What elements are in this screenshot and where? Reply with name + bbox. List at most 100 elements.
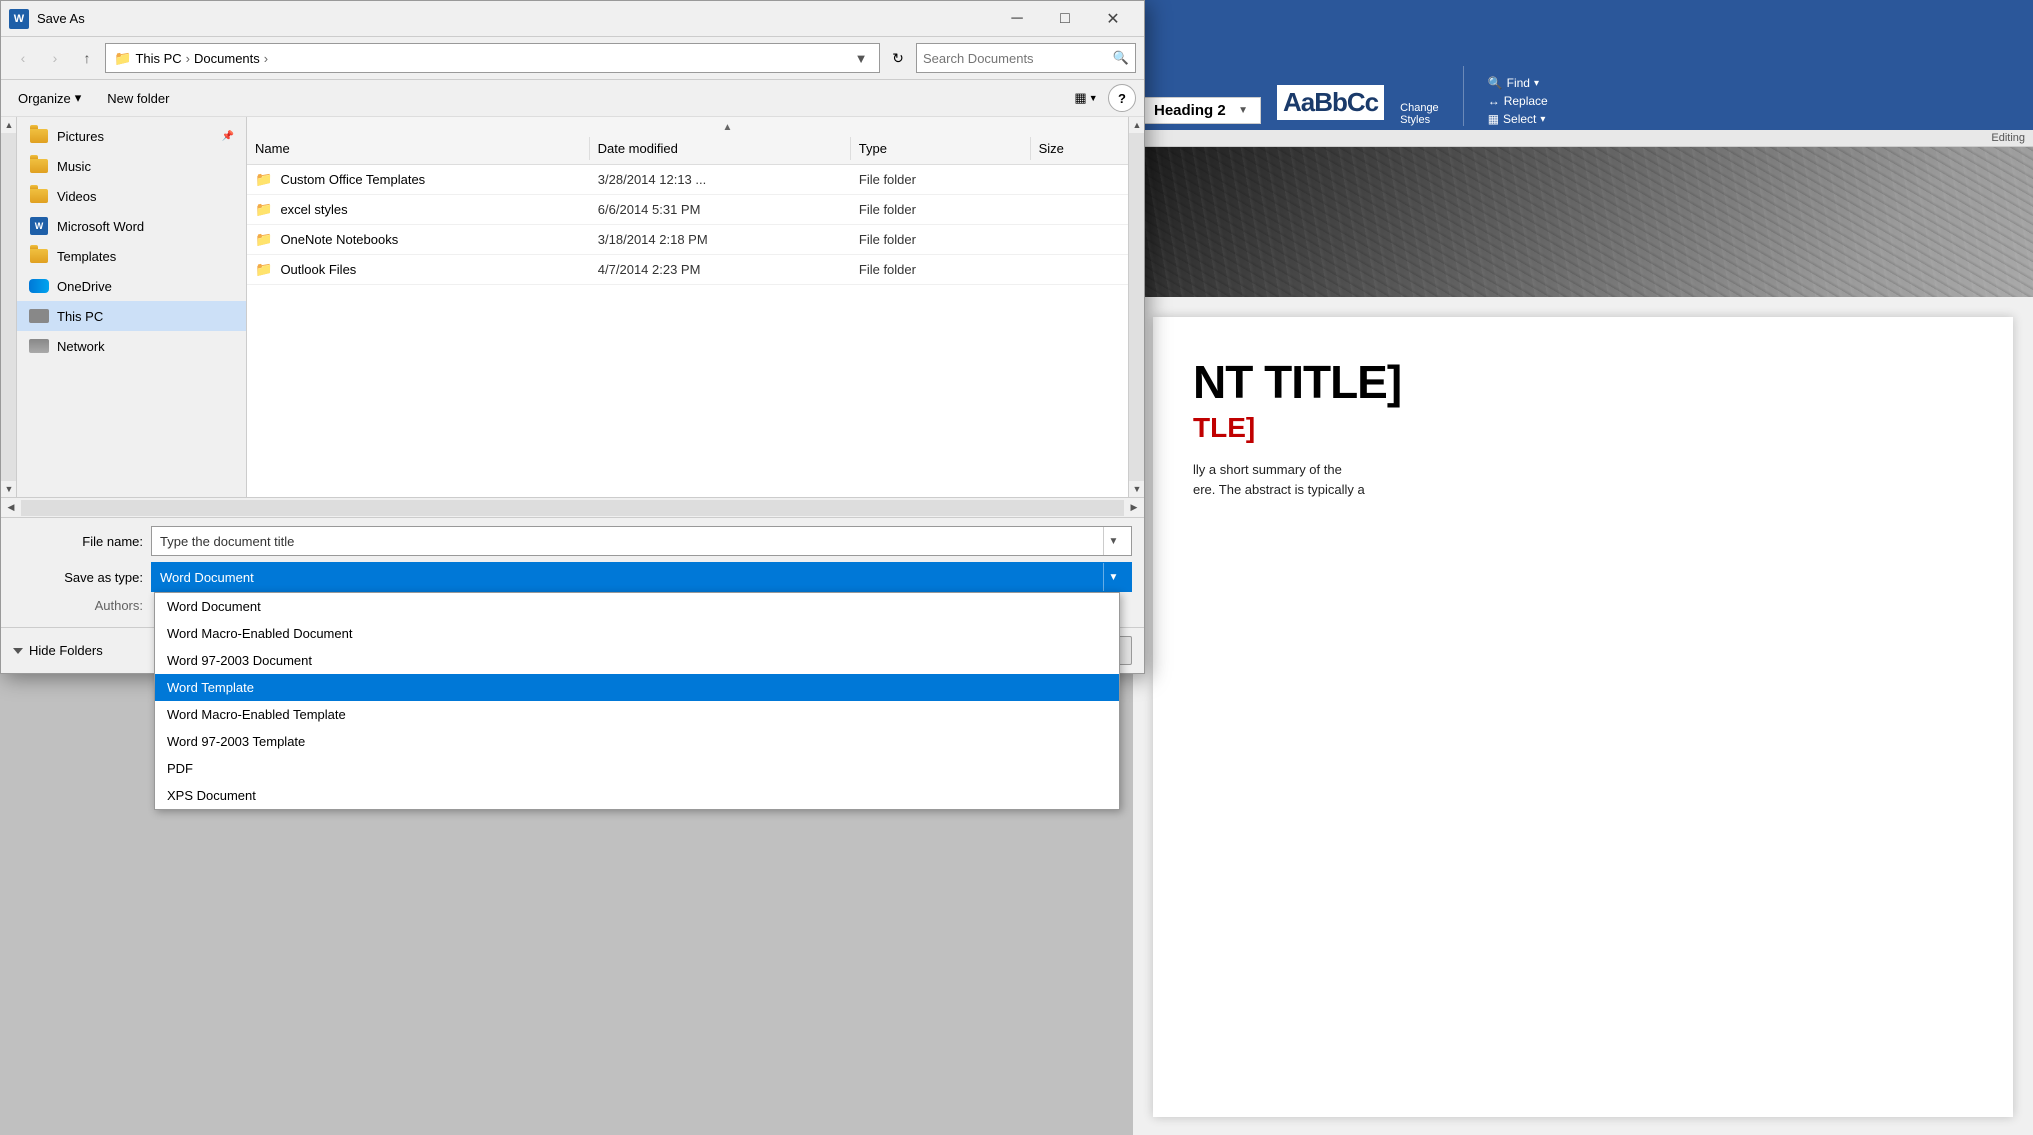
close-button[interactable]: ✕ <box>1090 3 1136 35</box>
nav-label-music: Music <box>57 159 91 174</box>
dropdown-option-word-document[interactable]: Word Document <box>155 593 1119 620</box>
dropdown-option-word-macro-template[interactable]: Word Macro-Enabled Template <box>155 701 1119 728</box>
heading-style-dropdown: ▼ <box>1238 105 1248 116</box>
network-icon-nav <box>29 336 49 356</box>
folder-file-icon: 📁 <box>255 171 272 188</box>
help-icon: ? <box>1118 91 1126 106</box>
h-scroll-left-btn[interactable]: ◀ <box>1 498 21 518</box>
pictures-icon <box>29 126 49 146</box>
nav-item-videos[interactable]: Videos <box>17 181 246 211</box>
dropdown-option-xps[interactable]: XPS Document <box>155 782 1119 809</box>
up-button[interactable]: ↑ <box>73 44 101 72</box>
folder-icon: 📁 <box>114 50 131 67</box>
file-scroll-down-btn[interactable]: ▼ <box>1129 481 1145 497</box>
nav-scroll: ▲ ▼ <box>1 117 17 497</box>
nav-item-templates[interactable]: Templates <box>17 241 246 271</box>
nav-item-pictures[interactable]: Pictures 📌 <box>17 121 246 151</box>
file-scroll-up-btn[interactable]: ▲ <box>1129 117 1145 133</box>
minimize-button[interactable]: ─ <box>994 3 1040 35</box>
hide-folders-triangle-icon <box>13 648 23 654</box>
nav-item-network[interactable]: Network <box>17 331 246 361</box>
organize-arrow-icon: ▾ <box>75 90 82 106</box>
crumb-sep2: › <box>264 51 268 66</box>
word-ribbon: Heading 2 ▼ AaBbCc Change Styles 🔍 Find … <box>1133 0 2033 130</box>
word-content: NT TITLE] TLE] lly a short summary of th… <box>1153 317 2013 1117</box>
address-bar-row: ‹ › ↑ 📁 This PC › Documents › ▼ ↻ 🔍 <box>1 37 1144 80</box>
nav-scroll-down-btn[interactable]: ▼ <box>1 481 17 497</box>
toolbar-row: Organize ▾ New folder ▦ ▼ ? <box>1 80 1144 117</box>
file-list-header: Name Date modified Type Size <box>247 133 1128 165</box>
refresh-button[interactable]: ↻ <box>884 44 912 72</box>
file-row[interactable]: 📁 excel styles 6/6/2014 5:31 PM File fol… <box>247 195 1128 225</box>
nav-label-templates: Templates <box>57 249 116 264</box>
file-name-cell: 📁 excel styles <box>247 201 590 218</box>
nav-scroll-up-btn[interactable]: ▲ <box>1 117 17 133</box>
crumb-thispc: This PC <box>135 51 181 66</box>
file-scroll: ▲ ▼ <box>1128 117 1144 497</box>
view-icon: ▦ <box>1074 90 1086 106</box>
search-icon: 🔍 <box>1113 50 1129 66</box>
file-row[interactable]: 📁 OneNote Notebooks 3/18/2014 2:18 PM Fi… <box>247 225 1128 255</box>
h-scroll-track <box>21 500 1124 516</box>
app-icon: W <box>9 9 29 29</box>
nav-label-thispc: This PC <box>57 309 103 324</box>
select-btn[interactable]: ▦ Select ▾ <box>1488 112 1548 126</box>
address-box[interactable]: 📁 This PC › Documents › ▼ <box>105 43 880 73</box>
view-dropdown-icon: ▼ <box>1089 93 1098 103</box>
col-header-size[interactable]: Size <box>1031 137 1128 160</box>
search-input[interactable] <box>923 51 1109 66</box>
nav-label-videos: Videos <box>57 189 97 204</box>
find-btn[interactable]: 🔍 Find ▾ <box>1488 76 1548 90</box>
nav-item-thispc[interactable]: This PC <box>17 301 246 331</box>
address-dropdown-arrow[interactable]: ▼ <box>851 44 871 72</box>
dropdown-option-word-97-template[interactable]: Word 97-2003 Template <box>155 728 1119 755</box>
col-header-date[interactable]: Date modified <box>590 137 851 160</box>
col-header-name[interactable]: Name <box>247 137 590 160</box>
folder-file-icon: 📁 <box>255 231 272 248</box>
new-folder-button[interactable]: New folder <box>98 86 178 111</box>
file-row[interactable]: 📁 Outlook Files 4/7/2014 2:23 PM File fo… <box>247 255 1128 285</box>
dropdown-option-word-template[interactable]: Word Template <box>155 674 1119 701</box>
organize-button[interactable]: Organize ▾ <box>9 85 90 111</box>
heading-style-label: Heading 2 <box>1154 102 1226 119</box>
h-scroll-right-btn[interactable]: ▶ <box>1124 498 1144 518</box>
file-list: 📁 Custom Office Templates 3/28/2014 12:1… <box>247 165 1128 497</box>
sort-up-arrow: ▲ <box>723 122 733 133</box>
back-button[interactable]: ‹ <box>9 44 37 72</box>
filename-input-box[interactable]: ▼ <box>151 526 1132 556</box>
horizontal-scroll-row: ◀ ▶ <box>1 497 1144 517</box>
dropdown-option-word-macro-enabled[interactable]: Word Macro-Enabled Document <box>155 620 1119 647</box>
new-folder-label: New folder <box>107 91 169 106</box>
change-styles-btn[interactable]: Change Styles <box>1400 102 1439 126</box>
nav-item-onedrive[interactable]: OneDrive <box>17 271 246 301</box>
filename-input[interactable] <box>160 534 1103 549</box>
savetype-value: Word Document <box>160 570 254 585</box>
dialog-window: W Save As ─ □ ✕ ‹ › ↑ 📁 This PC › Docume… <box>0 0 1145 674</box>
nav-item-microsoft-word[interactable]: W Microsoft Word <box>17 211 246 241</box>
savetype-label: Save as type: <box>13 570 143 585</box>
dropdown-option-pdf[interactable]: PDF <box>155 755 1119 782</box>
dropdown-option-word-97-2003[interactable]: Word 97-2003 Document <box>155 647 1119 674</box>
address-breadcrumb: 📁 This PC › Documents › <box>114 50 268 67</box>
nav-item-music[interactable]: Music <box>17 151 246 181</box>
ribbon-aa-label: AaBbCc <box>1277 85 1384 120</box>
view-button[interactable]: ▦ ▼ <box>1072 84 1100 112</box>
replace-btn[interactable]: ↔ Replace <box>1488 94 1548 108</box>
pin-icon-pictures: 📌 <box>222 131 234 142</box>
filename-dropdown-arrow[interactable]: ▼ <box>1103 527 1123 555</box>
nav-label-network: Network <box>57 339 105 354</box>
savetype-select[interactable]: Word Document ▼ <box>151 562 1132 592</box>
help-button[interactable]: ? <box>1108 84 1136 112</box>
hide-folders-button[interactable]: Hide Folders <box>13 643 103 658</box>
forward-button[interactable]: › <box>41 44 69 72</box>
heading-style-box: Heading 2 ▼ <box>1141 97 1261 124</box>
search-box[interactable]: 🔍 <box>916 43 1136 73</box>
file-date-cell: 3/18/2014 2:18 PM <box>590 232 851 247</box>
col-header-type[interactable]: Type <box>851 137 1031 160</box>
file-row[interactable]: 📁 Custom Office Templates 3/28/2014 12:1… <box>247 165 1128 195</box>
doc-subtitle: TLE] <box>1193 412 1973 444</box>
templates-icon <box>29 246 49 266</box>
maximize-button[interactable]: □ <box>1042 3 1088 35</box>
savetype-row: Save as type: Word Document ▼ Word Docum… <box>13 562 1132 592</box>
savetype-dropdown-arrow[interactable]: ▼ <box>1103 563 1123 591</box>
